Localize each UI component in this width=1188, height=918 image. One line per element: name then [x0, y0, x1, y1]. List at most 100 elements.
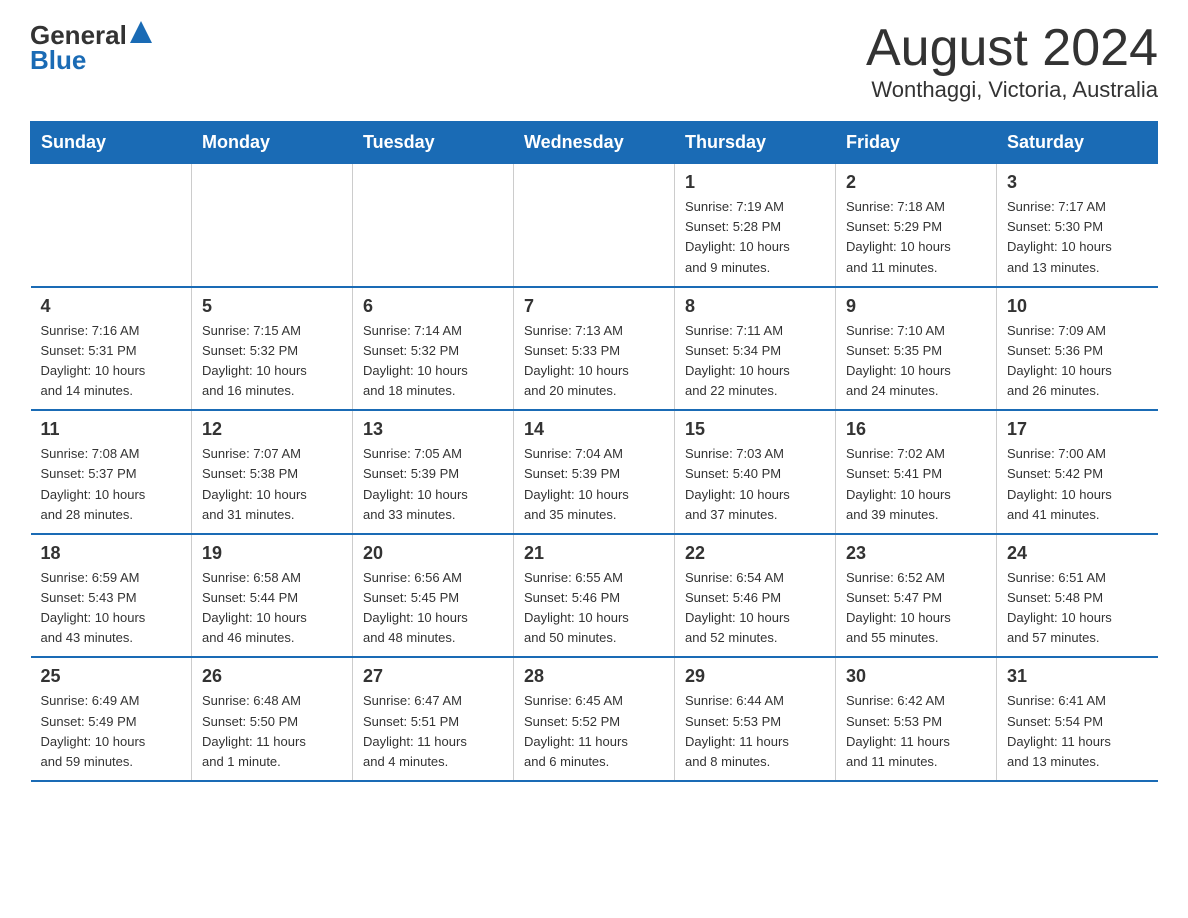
calendar-location: Wonthaggi, Victoria, Australia — [866, 77, 1158, 103]
column-header-friday: Friday — [836, 122, 997, 164]
calendar-week-row: 25Sunrise: 6:49 AM Sunset: 5:49 PM Dayli… — [31, 657, 1158, 781]
day-number: 4 — [41, 296, 182, 317]
day-number: 21 — [524, 543, 664, 564]
day-number: 11 — [41, 419, 182, 440]
day-info: Sunrise: 6:51 AM Sunset: 5:48 PM Dayligh… — [1007, 568, 1148, 649]
calendar-cell — [31, 164, 192, 287]
calendar-cell: 5Sunrise: 7:15 AM Sunset: 5:32 PM Daylig… — [192, 287, 353, 411]
calendar-cell: 11 Sunrise: 7:08 AM Sunset: 5:37 PM Dayli… — [31, 410, 192, 534]
day-info: Sunrise: 6:47 AM Sunset: 5:51 PM Dayligh… — [363, 691, 503, 772]
calendar-cell: 2 Sunrise: 7:18 AM Sunset: 5:29 PM Daylig… — [836, 164, 997, 287]
calendar-cell: 12 Sunrise: 7:07 AM Sunset: 5:38 PM Dayli… — [192, 410, 353, 534]
calendar-cell: 19Sunrise: 6:58 AM Sunset: 5:44 PM Dayli… — [192, 534, 353, 658]
calendar-cell: 26 Sunrise: 6:48 AM Sunset: 5:50 PM Dayli… — [192, 657, 353, 781]
calendar-cell: 4 Sunrise: 7:16 AM Sunset: 5:31 PM Daylig… — [31, 287, 192, 411]
day-info: Sunrise: 7:08 AM Sunset: 5:37 PM Dayligh… — [41, 444, 182, 525]
day-number: 9 — [846, 296, 986, 317]
day-info: Sunrise: 7:03 AM Sunset: 5:40 PM Dayligh… — [685, 444, 825, 525]
calendar-cell: 20 Sunrise: 6:56 AM Sunset: 5:45 PM Dayli… — [353, 534, 514, 658]
calendar-week-row: 18 Sunrise: 6:59 AM Sunset: 5:43 PM Dayli… — [31, 534, 1158, 658]
day-info: Sunrise: 7:13 AM Sunset: 5:33 PM Dayligh… — [524, 321, 664, 402]
day-info: Sunrise: 6:52 AM Sunset: 5:47 PM Dayligh… — [846, 568, 986, 649]
calendar-cell: 17Sunrise: 7:00 AM Sunset: 5:42 PM Dayli… — [997, 410, 1158, 534]
calendar-cell: 15 Sunrise: 7:03 AM Sunset: 5:40 PM Dayli… — [675, 410, 836, 534]
day-info: Sunrise: 6:55 AM Sunset: 5:46 PM Dayligh… — [524, 568, 664, 649]
calendar-cell: 22Sunrise: 6:54 AM Sunset: 5:46 PM Dayli… — [675, 534, 836, 658]
day-info: Sunrise: 7:02 AM Sunset: 5:41 PM Dayligh… — [846, 444, 986, 525]
day-info: Sunrise: 6:45 AM Sunset: 5:52 PM Dayligh… — [524, 691, 664, 772]
calendar-cell — [192, 164, 353, 287]
title-section: August 2024 Wonthaggi, Victoria, Austral… — [866, 20, 1158, 103]
calendar-cell: 31Sunrise: 6:41 AM Sunset: 5:54 PM Dayli… — [997, 657, 1158, 781]
calendar-cell — [514, 164, 675, 287]
calendar-cell: 24Sunrise: 6:51 AM Sunset: 5:48 PM Dayli… — [997, 534, 1158, 658]
day-number: 2 — [846, 172, 986, 193]
day-number: 27 — [363, 666, 503, 687]
calendar-cell: 30 Sunrise: 6:42 AM Sunset: 5:53 PM Dayli… — [836, 657, 997, 781]
column-header-monday: Monday — [192, 122, 353, 164]
calendar-cell: 29 Sunrise: 6:44 AM Sunset: 5:53 PM Dayli… — [675, 657, 836, 781]
logo-triangle-icon — [130, 21, 152, 43]
day-info: Sunrise: 6:49 AM Sunset: 5:49 PM Dayligh… — [41, 691, 182, 772]
day-number: 29 — [685, 666, 825, 687]
day-number: 14 — [524, 419, 664, 440]
day-number: 6 — [363, 296, 503, 317]
day-number: 26 — [202, 666, 342, 687]
calendar-title: August 2024 — [866, 20, 1158, 77]
day-info: Sunrise: 7:18 AM Sunset: 5:29 PM Dayligh… — [846, 197, 986, 278]
calendar-cell: 6Sunrise: 7:14 AM Sunset: 5:32 PM Daylig… — [353, 287, 514, 411]
column-header-tuesday: Tuesday — [353, 122, 514, 164]
column-header-thursday: Thursday — [675, 122, 836, 164]
calendar-cell: 14 Sunrise: 7:04 AM Sunset: 5:39 PM Dayli… — [514, 410, 675, 534]
day-info: Sunrise: 6:58 AM Sunset: 5:44 PM Dayligh… — [202, 568, 342, 649]
logo: General Blue — [30, 20, 152, 76]
day-info: Sunrise: 6:48 AM Sunset: 5:50 PM Dayligh… — [202, 691, 342, 772]
calendar-cell: 10 Sunrise: 7:09 AM Sunset: 5:36 PM Dayli… — [997, 287, 1158, 411]
day-number: 30 — [846, 666, 986, 687]
calendar-cell: 23 Sunrise: 6:52 AM Sunset: 5:47 PM Dayli… — [836, 534, 997, 658]
day-number: 28 — [524, 666, 664, 687]
day-info: Sunrise: 7:07 AM Sunset: 5:38 PM Dayligh… — [202, 444, 342, 525]
day-info: Sunrise: 7:05 AM Sunset: 5:39 PM Dayligh… — [363, 444, 503, 525]
column-header-sunday: Sunday — [31, 122, 192, 164]
calendar-cell: 9Sunrise: 7:10 AM Sunset: 5:35 PM Daylig… — [836, 287, 997, 411]
day-number: 8 — [685, 296, 825, 317]
day-info: Sunrise: 7:17 AM Sunset: 5:30 PM Dayligh… — [1007, 197, 1148, 278]
day-number: 10 — [1007, 296, 1148, 317]
day-info: Sunrise: 7:09 AM Sunset: 5:36 PM Dayligh… — [1007, 321, 1148, 402]
calendar-cell: 13 Sunrise: 7:05 AM Sunset: 5:39 PM Dayli… — [353, 410, 514, 534]
day-number: 13 — [363, 419, 503, 440]
day-number: 20 — [363, 543, 503, 564]
day-info: Sunrise: 6:59 AM Sunset: 5:43 PM Dayligh… — [41, 568, 182, 649]
calendar-cell: 28 Sunrise: 6:45 AM Sunset: 5:52 PM Dayli… — [514, 657, 675, 781]
day-number: 31 — [1007, 666, 1148, 687]
calendar-cell: 8Sunrise: 7:11 AM Sunset: 5:34 PM Daylig… — [675, 287, 836, 411]
day-number: 18 — [41, 543, 182, 564]
calendar-cell: 1 Sunrise: 7:19 AM Sunset: 5:28 PM Daylig… — [675, 164, 836, 287]
day-info: Sunrise: 6:56 AM Sunset: 5:45 PM Dayligh… — [363, 568, 503, 649]
day-number: 3 — [1007, 172, 1148, 193]
day-number: 15 — [685, 419, 825, 440]
calendar-cell: 7Sunrise: 7:13 AM Sunset: 5:33 PM Daylig… — [514, 287, 675, 411]
logo-blue: Blue — [30, 45, 86, 76]
calendar-table: SundayMondayTuesdayWednesdayThursdayFrid… — [30, 121, 1158, 782]
day-info: Sunrise: 6:44 AM Sunset: 5:53 PM Dayligh… — [685, 691, 825, 772]
day-number: 22 — [685, 543, 825, 564]
calendar-week-row: 11 Sunrise: 7:08 AM Sunset: 5:37 PM Dayli… — [31, 410, 1158, 534]
calendar-cell: 3 Sunrise: 7:17 AM Sunset: 5:30 PM Daylig… — [997, 164, 1158, 287]
day-number: 16 — [846, 419, 986, 440]
calendar-week-row: 4 Sunrise: 7:16 AM Sunset: 5:31 PM Daylig… — [31, 287, 1158, 411]
calendar-cell — [353, 164, 514, 287]
page-header: General Blue August 2024 Wonthaggi, Vict… — [30, 20, 1158, 103]
day-number: 12 — [202, 419, 342, 440]
day-info: Sunrise: 6:42 AM Sunset: 5:53 PM Dayligh… — [846, 691, 986, 772]
calendar-cell: 18 Sunrise: 6:59 AM Sunset: 5:43 PM Dayli… — [31, 534, 192, 658]
day-info: Sunrise: 7:00 AM Sunset: 5:42 PM Dayligh… — [1007, 444, 1148, 525]
day-info: Sunrise: 7:19 AM Sunset: 5:28 PM Dayligh… — [685, 197, 825, 278]
day-info: Sunrise: 7:04 AM Sunset: 5:39 PM Dayligh… — [524, 444, 664, 525]
day-number: 1 — [685, 172, 825, 193]
day-number: 23 — [846, 543, 986, 564]
day-info: Sunrise: 7:16 AM Sunset: 5:31 PM Dayligh… — [41, 321, 182, 402]
calendar-week-row: 1 Sunrise: 7:19 AM Sunset: 5:28 PM Daylig… — [31, 164, 1158, 287]
calendar-cell: 25Sunrise: 6:49 AM Sunset: 5:49 PM Dayli… — [31, 657, 192, 781]
